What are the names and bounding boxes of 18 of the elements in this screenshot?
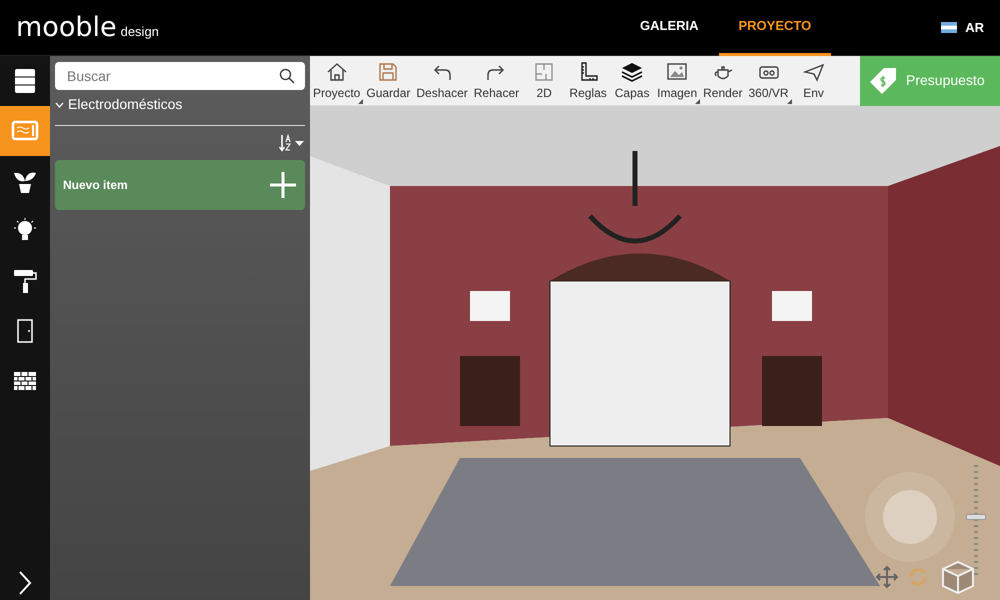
- country-label[interactable]: AR: [965, 18, 984, 38]
- toolbar-button[interactable]: Deshacer: [413, 58, 471, 104]
- toolbar-button[interactable]: Reglas: [566, 58, 610, 104]
- toolbar-button[interactable]: Capas: [610, 58, 654, 104]
- toolbar-button[interactable]: Env: [792, 58, 836, 104]
- search-field[interactable]: Buscar: [55, 62, 305, 90]
- toolbar-button[interactable]: Guardar: [363, 58, 414, 104]
- toolbar-button[interactable]: Imagen: [654, 58, 700, 104]
- toolbar-button[interactable]: 2D: [522, 58, 566, 104]
- toolbar-button[interactable]: Proyecto: [310, 58, 364, 104]
- toolbar-button[interactable]: 360/VR: [746, 58, 792, 104]
- toolbar-button[interactable]: Rehacer: [470, 58, 522, 104]
- category-title[interactable]: Electrodomésticos: [68, 94, 182, 115]
- logo: mooble: [16, 14, 117, 41]
- new-item-button[interactable]: Nuevo item: [55, 160, 305, 210]
- nav-tab[interactable]: GALERIA: [620, 0, 718, 56]
- toolbar-button[interactable]: Render: [700, 58, 746, 104]
- logo-subtitle: design: [120, 22, 159, 41]
